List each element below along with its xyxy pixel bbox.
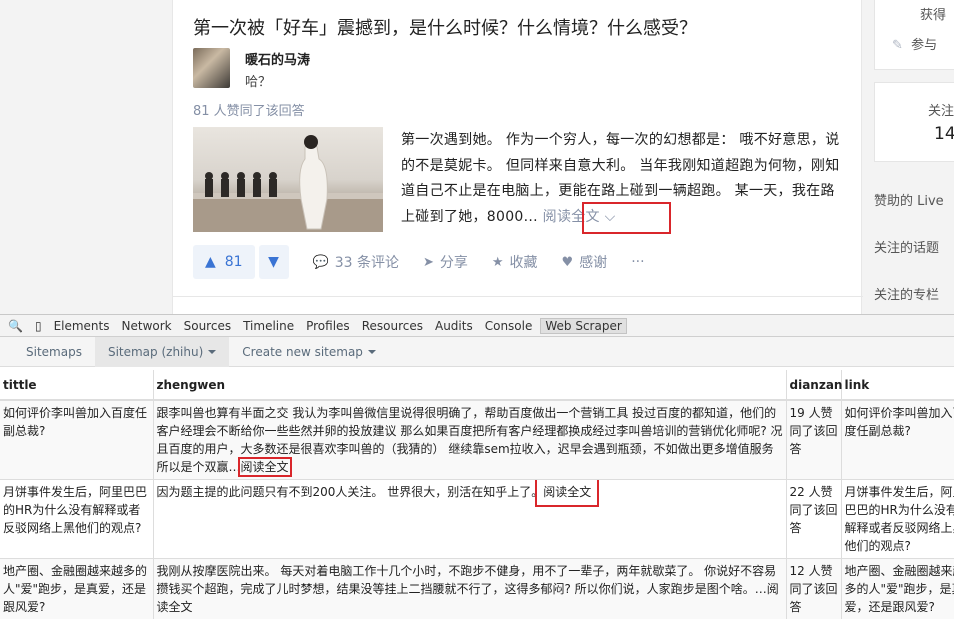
comments-button[interactable]: 💬 33 条评论	[313, 252, 399, 272]
col-header-dianzan: dianzan	[786, 370, 841, 400]
cell-zhengwen-text: 因为题主提的此问题只有不到200人关注。 世界很大，别活在知乎上了。	[157, 485, 544, 499]
tab-audits[interactable]: Audits	[431, 319, 477, 333]
caret-down-icon	[208, 350, 216, 354]
cell-zhengwen: 跟李叫兽也算有半面之交 我认为李叫兽微信里说得很明确了，帮助百度做出一个营销工具…	[153, 400, 786, 480]
device-icon[interactable]: ▯	[31, 319, 46, 333]
sidebar-item-1[interactable]: 获得	[920, 4, 946, 23]
upvote-button[interactable]: ▲ 81	[193, 245, 255, 279]
triangle-down-icon: ▼	[268, 254, 279, 270]
comments-label: 33 条评论	[335, 252, 399, 272]
sidebar-columns[interactable]: 关注的专栏	[874, 284, 939, 303]
answer-card: 第一次被「好车」震撼到，是什么时候？什么情境？什么感受？ 暖石的马涛 哈？ 81…	[172, 0, 862, 314]
sidebar-item-2[interactable]: ✎ 参与	[892, 34, 937, 53]
thanks-button[interactable]: ♥ 感谢	[562, 252, 608, 272]
card-divider	[173, 296, 863, 297]
col-header-link: link	[841, 370, 954, 400]
right-sidebar: 获得 ✎ 参与 关注 14 赞助的 Live 关注的话题 关注的专栏	[874, 0, 954, 314]
cell-tittle: 月饼事件发生后，阿里巴巴的HR为什么没有解释或者反驳网络上黑他们的观点?	[0, 480, 153, 559]
heart-icon: ♥	[562, 255, 574, 270]
caret-down-icon	[368, 350, 376, 354]
share-button[interactable]: ➤ 分享	[423, 252, 468, 272]
tab-console[interactable]: Console	[481, 319, 537, 333]
nav-create-sitemap-label: Create new sitemap	[242, 345, 363, 359]
tab-profiles[interactable]: Profiles	[302, 319, 354, 333]
follow-box	[874, 82, 954, 162]
thanks-label: 感谢	[579, 252, 607, 272]
table-row: 地产圈、金融圈越来越多的人"爱"跑步，是真爱，还是跟风爱? 我刚从按摩医院出来。…	[0, 559, 954, 619]
nav-sitemaps[interactable]: Sitemaps	[0, 337, 95, 367]
tab-resources[interactable]: Resources	[358, 319, 427, 333]
tab-elements[interactable]: Elements	[50, 319, 114, 333]
triangle-up-icon: ▲	[205, 254, 216, 270]
scraped-data-table: tittle zhengwen dianzan link 如何评价李叫兽加入百度…	[0, 370, 954, 619]
sidebar-item-2-label: 参与	[911, 38, 937, 53]
collect-button[interactable]: ★ 收藏	[492, 252, 538, 272]
inspect-icon[interactable]: 🔍	[4, 319, 27, 333]
tab-sources[interactable]: Sources	[180, 319, 235, 333]
tab-timeline[interactable]: Timeline	[239, 319, 298, 333]
sidebar-live[interactable]: 赞助的 Live	[874, 190, 944, 209]
table-row: 如何评价李叫兽加入百度任副总裁? 跟李叫兽也算有半面之交 我认为李叫兽微信里说得…	[0, 400, 954, 480]
scraper-nav: Sitemaps Sitemap (zhihu) Create new site…	[0, 337, 954, 367]
vote-count: 81	[225, 254, 243, 270]
cell-zhengwen: 我刚从按摩医院出来。 每天对着电脑工作十几个小时，不跑步不健身，用不了一辈子，两…	[153, 559, 786, 619]
read-full-highlight	[582, 202, 671, 234]
share-icon: ➤	[423, 255, 434, 270]
cell-link[interactable]: 地产圈、金融圈越来越多的人"爱"跑步，是真爱，还是跟风爱?	[841, 559, 954, 619]
sidebar-topics[interactable]: 关注的话题	[874, 237, 939, 256]
answer-thumbnail[interactable]	[193, 127, 383, 232]
author-name[interactable]: 暖石的马涛	[245, 49, 310, 68]
cell-dianzan: 12 人赞同了该回答	[786, 559, 841, 619]
follow-count[interactable]: 14	[934, 124, 954, 144]
author-bio: 哈？	[245, 71, 271, 90]
question-title[interactable]: 第一次被「好车」震撼到，是什么时候？什么情境？什么感受？	[193, 14, 697, 40]
col-header-zhengwen: zhengwen	[153, 370, 786, 400]
cell-tittle: 如何评价李叫兽加入百度任副总裁?	[0, 400, 153, 480]
tab-web-scraper[interactable]: Web Scraper	[540, 318, 626, 334]
more-button[interactable]: ···	[631, 254, 644, 270]
avatar[interactable]	[193, 48, 230, 88]
zhihu-page: 第一次被「好车」震撼到，是什么时候？什么情境？什么感受？ 暖石的马涛 哈？ 81…	[0, 0, 954, 314]
pencil-icon: ✎	[892, 38, 903, 53]
likes-summary[interactable]: 81 人赞同了该回答	[193, 100, 305, 119]
devtools-tabbar: 🔍 ▯ Elements Network Sources Timeline Pr…	[0, 315, 954, 337]
cell-link[interactable]: 月饼事件发生后，阿里巴巴的HR为什么没有解释或者反驳网络上黑他们的观点?	[841, 480, 954, 559]
table-header-row: tittle zhengwen dianzan link	[0, 370, 954, 400]
collect-label: 收藏	[510, 252, 538, 272]
cell-dianzan: 22 人赞同了该回答	[786, 480, 841, 559]
comment-icon: 💬	[313, 255, 329, 270]
downvote-button[interactable]: ▼	[259, 245, 289, 279]
nav-create-sitemap[interactable]: Create new sitemap	[229, 337, 389, 367]
cell-read-full-link[interactable]: 阅读全文	[241, 460, 289, 474]
cell-zhengwen-text: 我刚从按摩医院出来。 每天对着电脑工作十几个小时，不跑步不健身，用不了一辈子，两…	[157, 564, 777, 596]
tab-network[interactable]: Network	[118, 319, 176, 333]
col-header-tittle: tittle	[0, 370, 153, 400]
cell-dianzan: 19 人赞同了该回答	[786, 400, 841, 480]
nav-sitemap-zhihu-label: Sitemap (zhihu)	[108, 345, 203, 359]
cell-read-full-link[interactable]: 阅读全文	[543, 485, 591, 499]
answer-actions: ▲ 81 ▼ 💬 33 条评论 ➤ 分享 ★ 收藏 ♥ 感谢 ···	[193, 245, 645, 279]
cell-zhengwen: 因为题主提的此问题只有不到200人关注。 世界很大，别活在知乎上了。阅读全文	[153, 480, 786, 559]
table-row: 月饼事件发生后，阿里巴巴的HR为什么没有解释或者反驳网络上黑他们的观点? 因为题…	[0, 480, 954, 559]
cell-tittle: 地产圈、金融圈越来越多的人"爱"跑步，是真爱，还是跟风爱?	[0, 559, 153, 619]
follow-label[interactable]: 关注	[928, 100, 954, 119]
star-icon: ★	[492, 255, 504, 270]
nav-sitemap-zhihu[interactable]: Sitemap (zhihu)	[95, 337, 229, 367]
share-label: 分享	[440, 252, 468, 272]
devtools-panel: 🔍 ▯ Elements Network Sources Timeline Pr…	[0, 314, 954, 596]
cell-link[interactable]: 如何评价李叫兽加入百度任副总裁?	[841, 400, 954, 480]
